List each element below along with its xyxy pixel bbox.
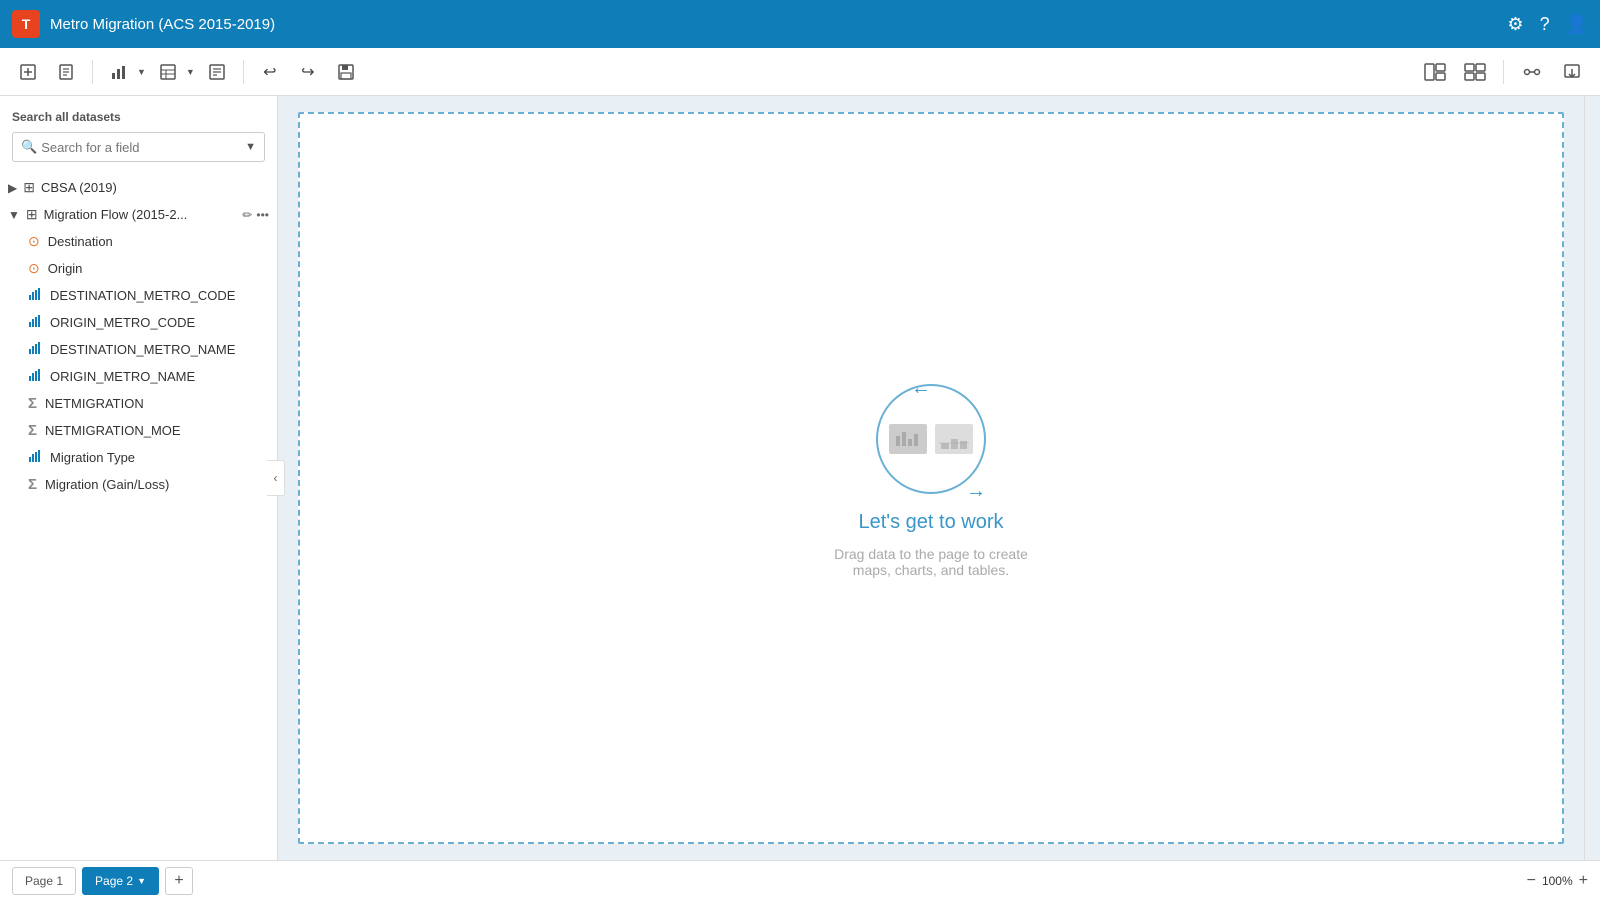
- zoom-level: 100%: [1542, 874, 1573, 888]
- field-name-origin-metro-code: ORIGIN_METRO_CODE: [50, 315, 195, 330]
- field-name-netmigration-moe: NETMIGRATION_MOE: [45, 423, 181, 438]
- field-name-netmigration: NETMIGRATION: [45, 396, 144, 411]
- dataset-name-cbsa: CBSA (2019): [41, 180, 269, 195]
- sidebar: Search all datasets 🔍 ▼ ▶ ⊞ CBSA (2019) …: [0, 96, 278, 860]
- bottom-bar: Page 1 Page 2 ▼ + − 100% +: [0, 860, 1600, 900]
- search-box[interactable]: 🔍 ▼: [12, 132, 265, 162]
- dataset-icon-migration: ⊞: [26, 206, 38, 223]
- connect-button[interactable]: [1516, 56, 1548, 88]
- num-icon-origin-metro-name: [28, 368, 42, 385]
- page2-dropdown-icon[interactable]: ▼: [137, 876, 146, 886]
- table-button[interactable]: [152, 56, 184, 88]
- zoom-out-button[interactable]: −: [1527, 872, 1536, 890]
- chart-button[interactable]: [103, 56, 135, 88]
- arrow-top-icon: ←: [911, 377, 931, 400]
- field-name-dest-metro-code: DESTINATION_METRO_CODE: [50, 288, 235, 303]
- help-icon[interactable]: ?: [1540, 14, 1550, 35]
- page1-label: Page 1: [25, 874, 63, 888]
- dataset-list: ▶ ⊞ CBSA (2019) ▼ ⊞ Migration Flow (2015…: [0, 170, 277, 860]
- dataset-item-cbsa[interactable]: ▶ ⊞ CBSA (2019): [0, 174, 277, 201]
- summary-button[interactable]: [201, 56, 233, 88]
- chart-thumbnail: [889, 424, 927, 454]
- field-name-origin-metro-name: ORIGIN_METRO_NAME: [50, 369, 195, 384]
- layout1-button[interactable]: [1419, 56, 1451, 88]
- new-button[interactable]: [12, 56, 44, 88]
- num-icon-dest-metro-code: [28, 287, 42, 304]
- field-item-migration-gainloss[interactable]: Σ Migration (Gain/Loss): [0, 471, 277, 498]
- toolbar: ▼ ▼ ↩ ↪: [0, 48, 1600, 96]
- work-title: Let's get to work: [859, 511, 1004, 534]
- work-area-center: ← → Let's get to work Drag data to the p…: [834, 379, 1028, 578]
- search-dropdown-icon[interactable]: ▼: [245, 141, 256, 153]
- topbar: T Metro Migration (ACS 2015-2019) ⚙ ? 👤: [0, 0, 1600, 48]
- page2-tab[interactable]: Page 2 ▼: [82, 867, 159, 895]
- export-button[interactable]: [1556, 56, 1588, 88]
- geo-icon-origin: ⊙: [28, 260, 40, 277]
- chart-dropdown-arrow[interactable]: ▼: [137, 67, 146, 77]
- layout2-button[interactable]: [1459, 56, 1491, 88]
- arrow-bottom-icon: →: [966, 480, 986, 503]
- canvas-area: ← → Let's get to work Drag data to the p…: [278, 96, 1584, 860]
- dataset-name-migration: Migration Flow (2015-2...: [44, 207, 237, 222]
- table-dropdown-arrow[interactable]: ▼: [186, 67, 195, 77]
- canvas-content[interactable]: ← → Let's get to work Drag data to the p…: [298, 112, 1564, 844]
- str-icon-netmigration: Σ: [28, 395, 37, 412]
- field-name-dest-metro-name: DESTINATION_METRO_NAME: [50, 342, 235, 357]
- field-item-dest-metro-name[interactable]: DESTINATION_METRO_NAME: [0, 336, 277, 363]
- settings-icon[interactable]: ⚙: [1507, 14, 1523, 35]
- work-area-icon: ← →: [866, 379, 996, 499]
- field-item-dest-metro-code[interactable]: DESTINATION_METRO_CODE: [0, 282, 277, 309]
- str-icon-netmigration-moe: Σ: [28, 422, 37, 439]
- more-dataset-button[interactable]: •••: [256, 208, 269, 222]
- field-name-destination: Destination: [48, 234, 113, 249]
- page2-label: Page 2: [95, 874, 133, 888]
- num-icon-migration-type: [28, 449, 42, 466]
- app-icon: T: [12, 10, 40, 38]
- redo-button[interactable]: ↪: [292, 56, 324, 88]
- zoom-in-button[interactable]: +: [1579, 872, 1588, 890]
- num-icon-dest-metro-name: [28, 341, 42, 358]
- field-item-destination[interactable]: ⊙ Destination: [0, 228, 277, 255]
- field-item-migration-type[interactable]: Migration Type: [0, 444, 277, 471]
- field-name-migration-type: Migration Type: [50, 450, 135, 465]
- field-name-origin: Origin: [48, 261, 83, 276]
- expand-icon-cbsa: ▶: [8, 181, 17, 195]
- work-subtitle: Drag data to the page to createmaps, cha…: [834, 546, 1028, 578]
- undo-button[interactable]: ↩: [254, 56, 286, 88]
- field-item-origin[interactable]: ⊙ Origin: [0, 255, 277, 282]
- right-panel: [1584, 96, 1600, 860]
- save-button[interactable]: [330, 56, 362, 88]
- main-area: Search all datasets 🔍 ▼ ▶ ⊞ CBSA (2019) …: [0, 96, 1600, 860]
- collapse-sidebar-button[interactable]: ‹: [267, 460, 285, 496]
- zoom-controls: − 100% +: [1527, 872, 1588, 890]
- field-item-netmigration[interactable]: Σ NETMIGRATION: [0, 390, 277, 417]
- field-name-migration-gainloss: Migration (Gain/Loss): [45, 477, 169, 492]
- num-icon-origin-metro-code: [28, 314, 42, 331]
- add-page-button[interactable]: +: [165, 867, 193, 895]
- search-input[interactable]: [41, 140, 241, 155]
- sidebar-section-title: Search all datasets: [12, 110, 265, 124]
- dataset-item-migration[interactable]: ▼ ⊞ Migration Flow (2015-2... ✏ •••: [0, 201, 277, 228]
- field-item-netmigration-moe[interactable]: Σ NETMIGRATION_MOE: [0, 417, 277, 444]
- dataset-icon-cbsa: ⊞: [23, 179, 35, 196]
- page1-tab[interactable]: Page 1: [12, 867, 76, 895]
- geo-icon-destination: ⊙: [28, 233, 40, 250]
- app-title: Metro Migration (ACS 2015-2019): [50, 16, 1497, 33]
- edit-dataset-button[interactable]: ✏: [242, 208, 252, 222]
- field-item-origin-metro-name[interactable]: ORIGIN_METRO_NAME: [0, 363, 277, 390]
- expand-icon-migration: ▼: [8, 208, 20, 222]
- work-circle: [876, 384, 986, 494]
- file-button[interactable]: [50, 56, 82, 88]
- user-icon[interactable]: 👤: [1566, 14, 1588, 35]
- field-item-origin-metro-code[interactable]: ORIGIN_METRO_CODE: [0, 309, 277, 336]
- str-icon-migration-gainloss: Σ: [28, 476, 37, 493]
- search-icon: 🔍: [21, 139, 37, 155]
- map-thumbnail: [935, 424, 973, 454]
